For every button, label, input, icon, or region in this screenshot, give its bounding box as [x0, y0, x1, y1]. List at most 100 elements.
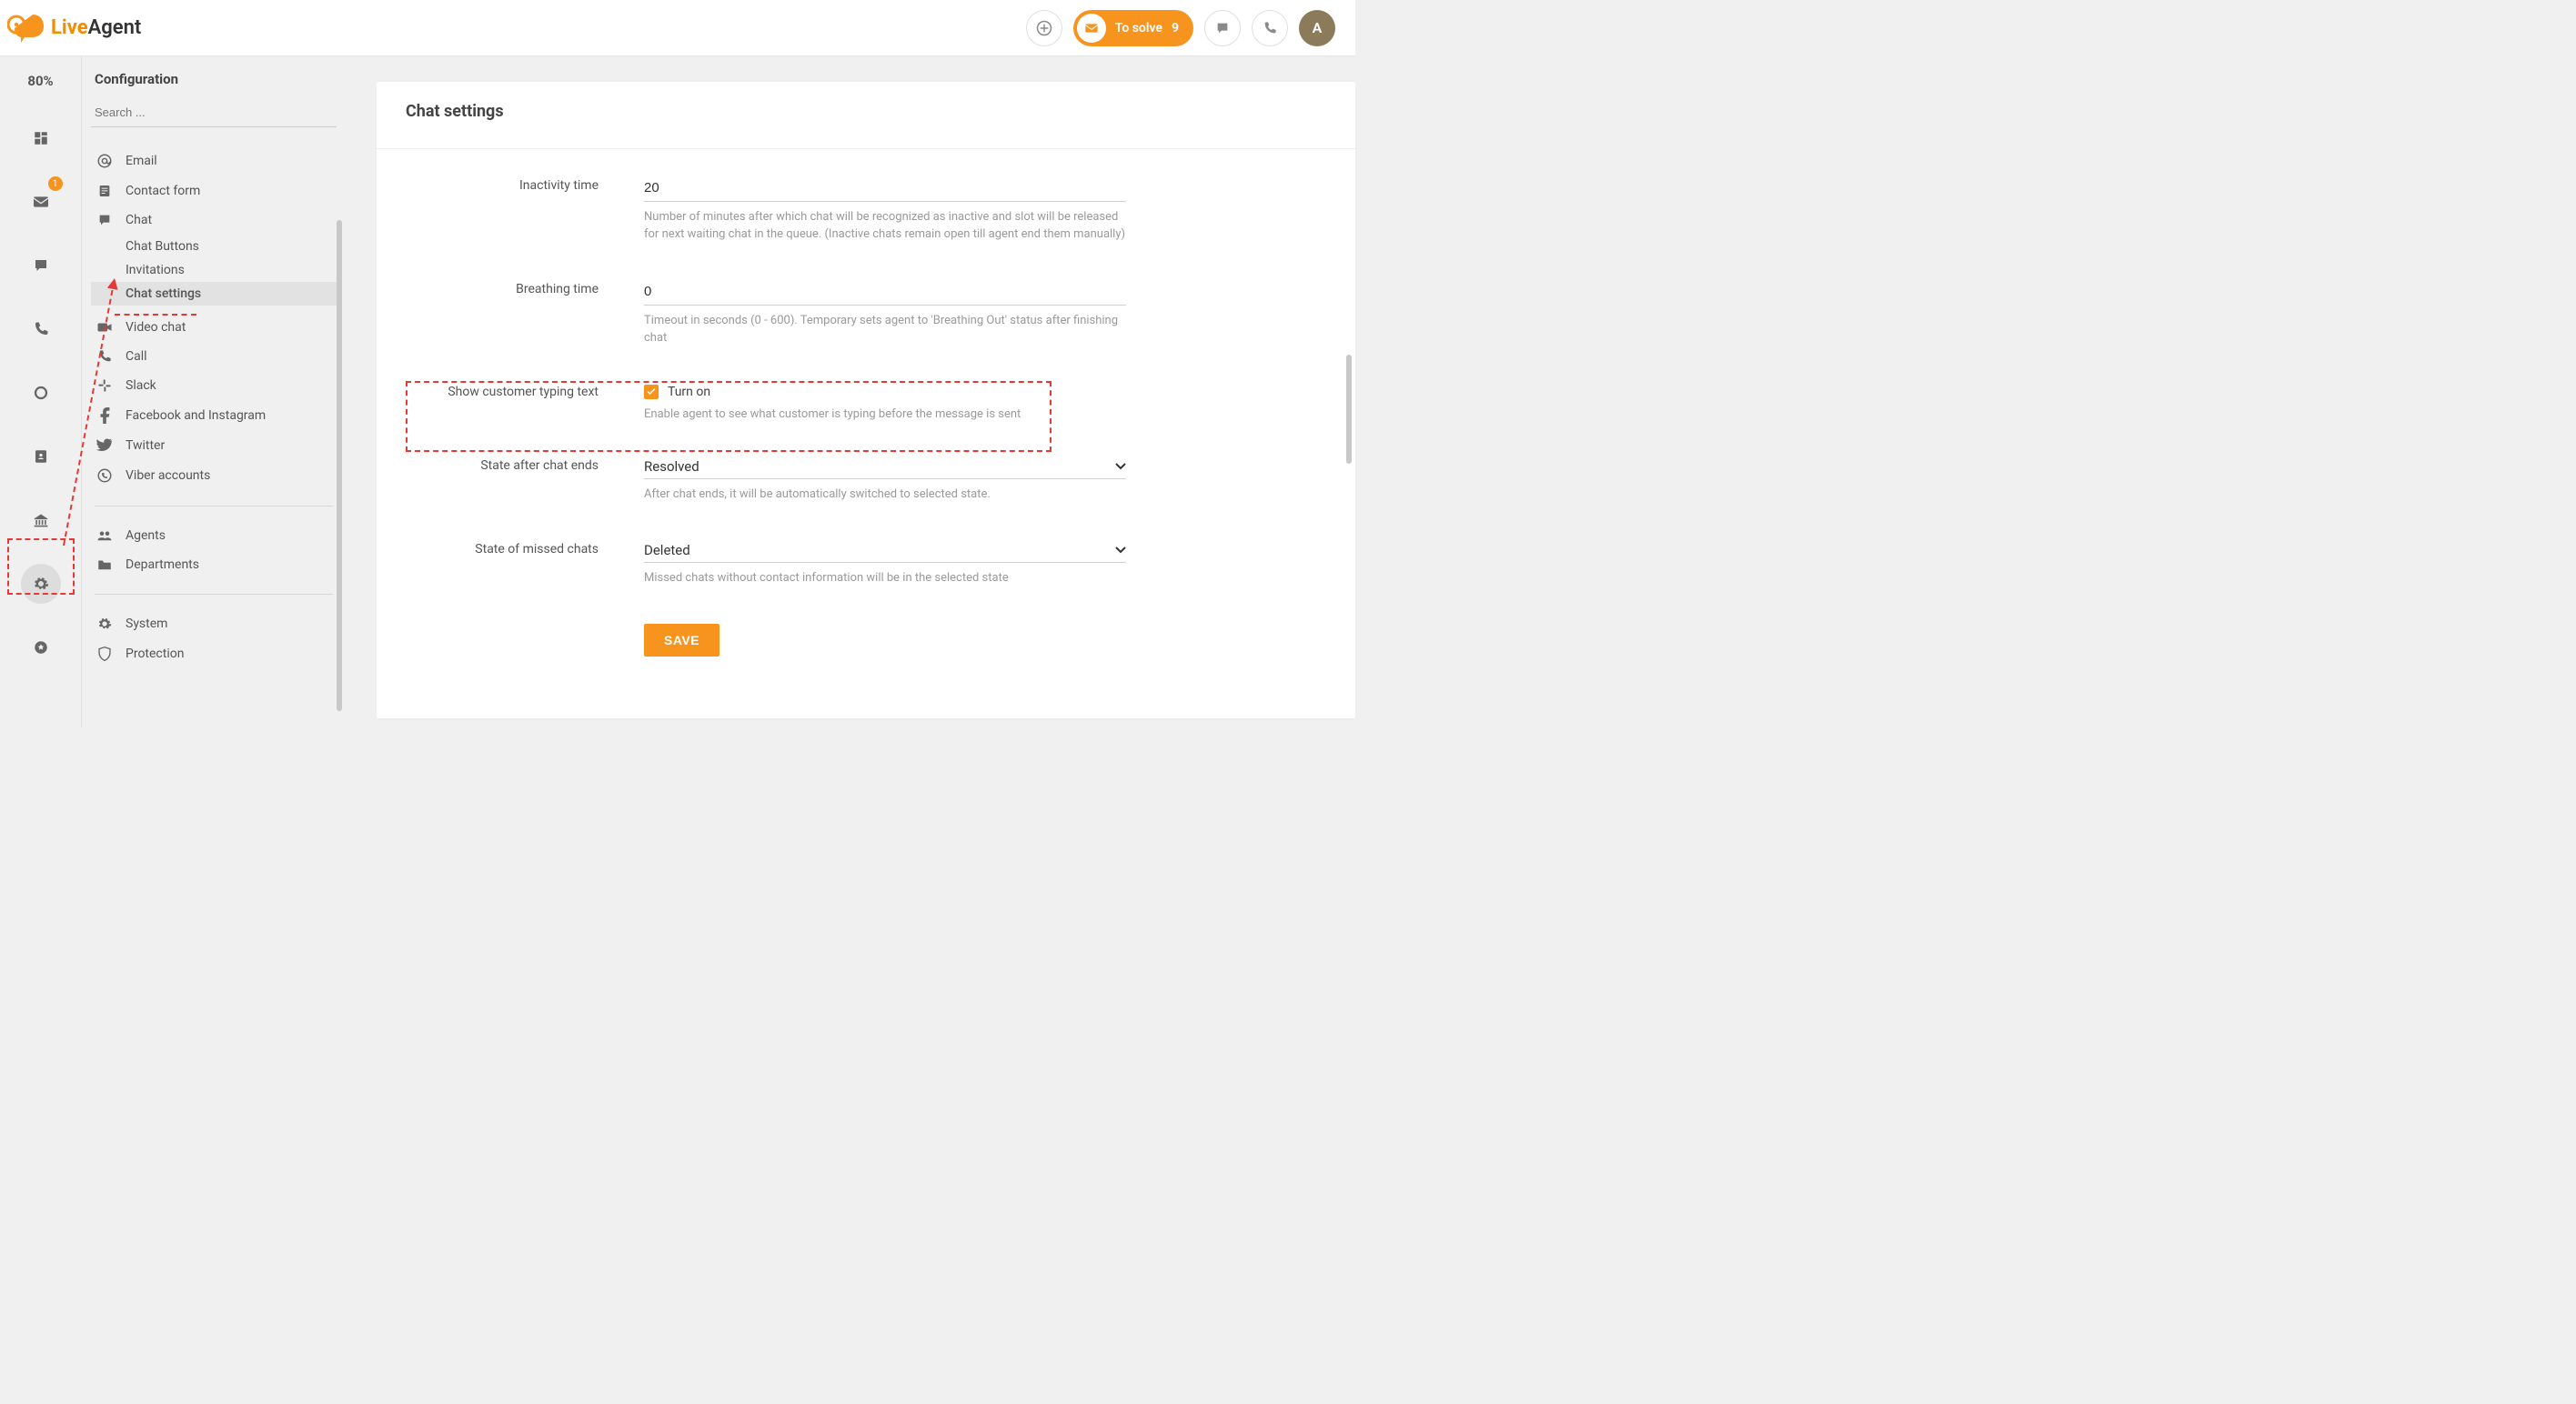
- contacts-icon: [33, 448, 49, 465]
- phone-icon: [1263, 21, 1277, 35]
- nav-kb[interactable]: [21, 500, 61, 540]
- input-breathing[interactable]: [644, 282, 1126, 306]
- main-area: Chat settings Inactivity time Number of …: [346, 56, 1355, 727]
- config-title: Configuration: [91, 71, 337, 100]
- config-sub-chat-buttons[interactable]: Chat Buttons: [91, 235, 337, 258]
- label-state-after: State after chat ends: [417, 458, 599, 473]
- to-solve-count: 9: [1172, 21, 1179, 35]
- input-inactivity[interactable]: [644, 178, 1126, 202]
- nav-configuration[interactable]: [21, 564, 61, 604]
- phone-button[interactable]: [1252, 10, 1288, 46]
- label-state-missed: State of missed chats: [417, 542, 599, 557]
- config-item-email[interactable]: Email: [91, 145, 337, 176]
- config-item-twitter[interactable]: Twitter: [91, 431, 337, 460]
- facebook-icon: [96, 407, 113, 424]
- folder-icon: [96, 558, 113, 571]
- viber-icon: [96, 467, 113, 484]
- chat-bubble-icon: [1215, 21, 1230, 35]
- config-item-facebook[interactable]: Facebook and Instagram: [91, 400, 337, 431]
- row-inactivity: Inactivity time Number of minutes after …: [417, 158, 1315, 249]
- nav-extensions[interactable]: [21, 627, 61, 667]
- top-actions: To solve 9 A: [1026, 10, 1335, 46]
- dashboard-icon: [33, 130, 49, 146]
- row-state-missed: State of missed chats Deleted Missed cha…: [417, 509, 1315, 593]
- label-typing: Show customer typing text: [417, 385, 599, 399]
- check-icon: [646, 386, 657, 397]
- envelope-icon: [1077, 14, 1106, 43]
- shield-icon: [96, 646, 113, 662]
- brand-text: LiveAgent: [51, 16, 141, 39]
- help-typing: Enable agent to see what customer is typ…: [644, 406, 1126, 424]
- agents-icon: [96, 529, 113, 542]
- plus-circle-icon: [1036, 20, 1052, 36]
- help-state-after: After chat ends, it will be automaticall…: [644, 486, 1126, 504]
- top-bar: LiveAgent To solve 9 A: [0, 0, 1355, 56]
- config-item-call[interactable]: Call: [91, 342, 337, 371]
- config-item-contact-form[interactable]: Contact form: [91, 176, 337, 206]
- label-breathing: Breathing time: [417, 282, 599, 296]
- row-breathing: Breathing time Timeout in seconds (0 - 6…: [417, 249, 1315, 353]
- help-state-missed: Missed chats without contact information…: [644, 570, 1126, 587]
- config-item-slack[interactable]: Slack: [91, 371, 337, 400]
- config-item-departments[interactable]: Departments: [91, 550, 337, 579]
- config-item-system[interactable]: System: [91, 609, 337, 638]
- avatar[interactable]: A: [1299, 10, 1335, 46]
- config-sub-invitations[interactable]: Invitations: [91, 258, 337, 282]
- config-item-video-chat[interactable]: Video chat: [91, 313, 337, 342]
- config-item-protection[interactable]: Protection: [91, 638, 337, 669]
- checkbox-typing[interactable]: [644, 385, 659, 399]
- nav-reports[interactable]: [21, 373, 61, 413]
- nav-rail: 80% 1: [0, 56, 82, 727]
- tickets-badge: 1: [48, 176, 63, 191]
- phone-icon: [96, 349, 113, 364]
- star-circle-icon: [33, 639, 49, 656]
- at-icon: [96, 153, 113, 169]
- row-state-after: State after chat ends Resolved After cha…: [417, 429, 1315, 509]
- brand-logo[interactable]: LiveAgent: [7, 11, 141, 45]
- to-solve-button[interactable]: To solve 9: [1073, 10, 1193, 46]
- bank-icon: [32, 512, 50, 528]
- progress-indicator[interactable]: 80%: [27, 73, 53, 89]
- settings-card: Chat settings Inactivity time Number of …: [377, 82, 1355, 718]
- config-search-input[interactable]: [91, 100, 337, 127]
- nav-tickets[interactable]: 1: [21, 182, 61, 222]
- help-inactivity: Number of minutes after which chat will …: [644, 209, 1126, 244]
- form-icon: [96, 184, 113, 198]
- gear-icon: [33, 576, 49, 592]
- nav-dashboard[interactable]: [21, 118, 61, 158]
- nav-chats[interactable]: [21, 246, 61, 286]
- divider: [95, 594, 333, 595]
- config-item-agents[interactable]: Agents: [91, 521, 337, 550]
- slack-icon: [96, 378, 113, 393]
- ring-icon: [33, 385, 49, 401]
- help-breathing: Timeout in seconds (0 - 600). Temporary …: [644, 313, 1126, 347]
- video-icon: [96, 321, 113, 334]
- messages-button[interactable]: [1204, 10, 1241, 46]
- config-item-chat[interactable]: Chat: [91, 206, 337, 235]
- chevron-down-icon: [1115, 463, 1126, 470]
- to-solve-label: To solve: [1115, 21, 1162, 35]
- chat-bubble-icon: [33, 257, 49, 274]
- nav-calls[interactable]: [21, 309, 61, 349]
- gear-icon: [96, 617, 113, 631]
- checkbox-typing-label: Turn on: [668, 385, 710, 399]
- config-sidebar: Configuration Email Contact form Chat Ch…: [82, 56, 346, 727]
- select-state-missed[interactable]: Deleted: [644, 542, 1126, 563]
- row-typing: Show customer typing text Turn on Enable…: [417, 352, 1315, 429]
- chevron-down-icon: [1115, 547, 1126, 554]
- scrollbar-thumb[interactable]: [1346, 355, 1352, 464]
- brand-mark-icon: [7, 11, 45, 45]
- scrollbar-thumb[interactable]: [337, 220, 342, 711]
- page-title: Chat settings: [377, 82, 1355, 149]
- twitter-icon: [96, 438, 113, 453]
- save-button[interactable]: SAVE: [644, 624, 719, 657]
- select-state-after[interactable]: Resolved: [644, 458, 1126, 479]
- label-inactivity: Inactivity time: [417, 178, 599, 193]
- config-sub-chat-settings[interactable]: Chat settings: [91, 282, 337, 306]
- config-item-viber[interactable]: Viber accounts: [91, 460, 337, 491]
- add-button[interactable]: [1026, 10, 1062, 46]
- phone-icon: [33, 321, 49, 337]
- nav-customers[interactable]: [21, 436, 61, 476]
- envelope-icon: [32, 195, 50, 209]
- chat-bubble-icon: [96, 213, 113, 227]
